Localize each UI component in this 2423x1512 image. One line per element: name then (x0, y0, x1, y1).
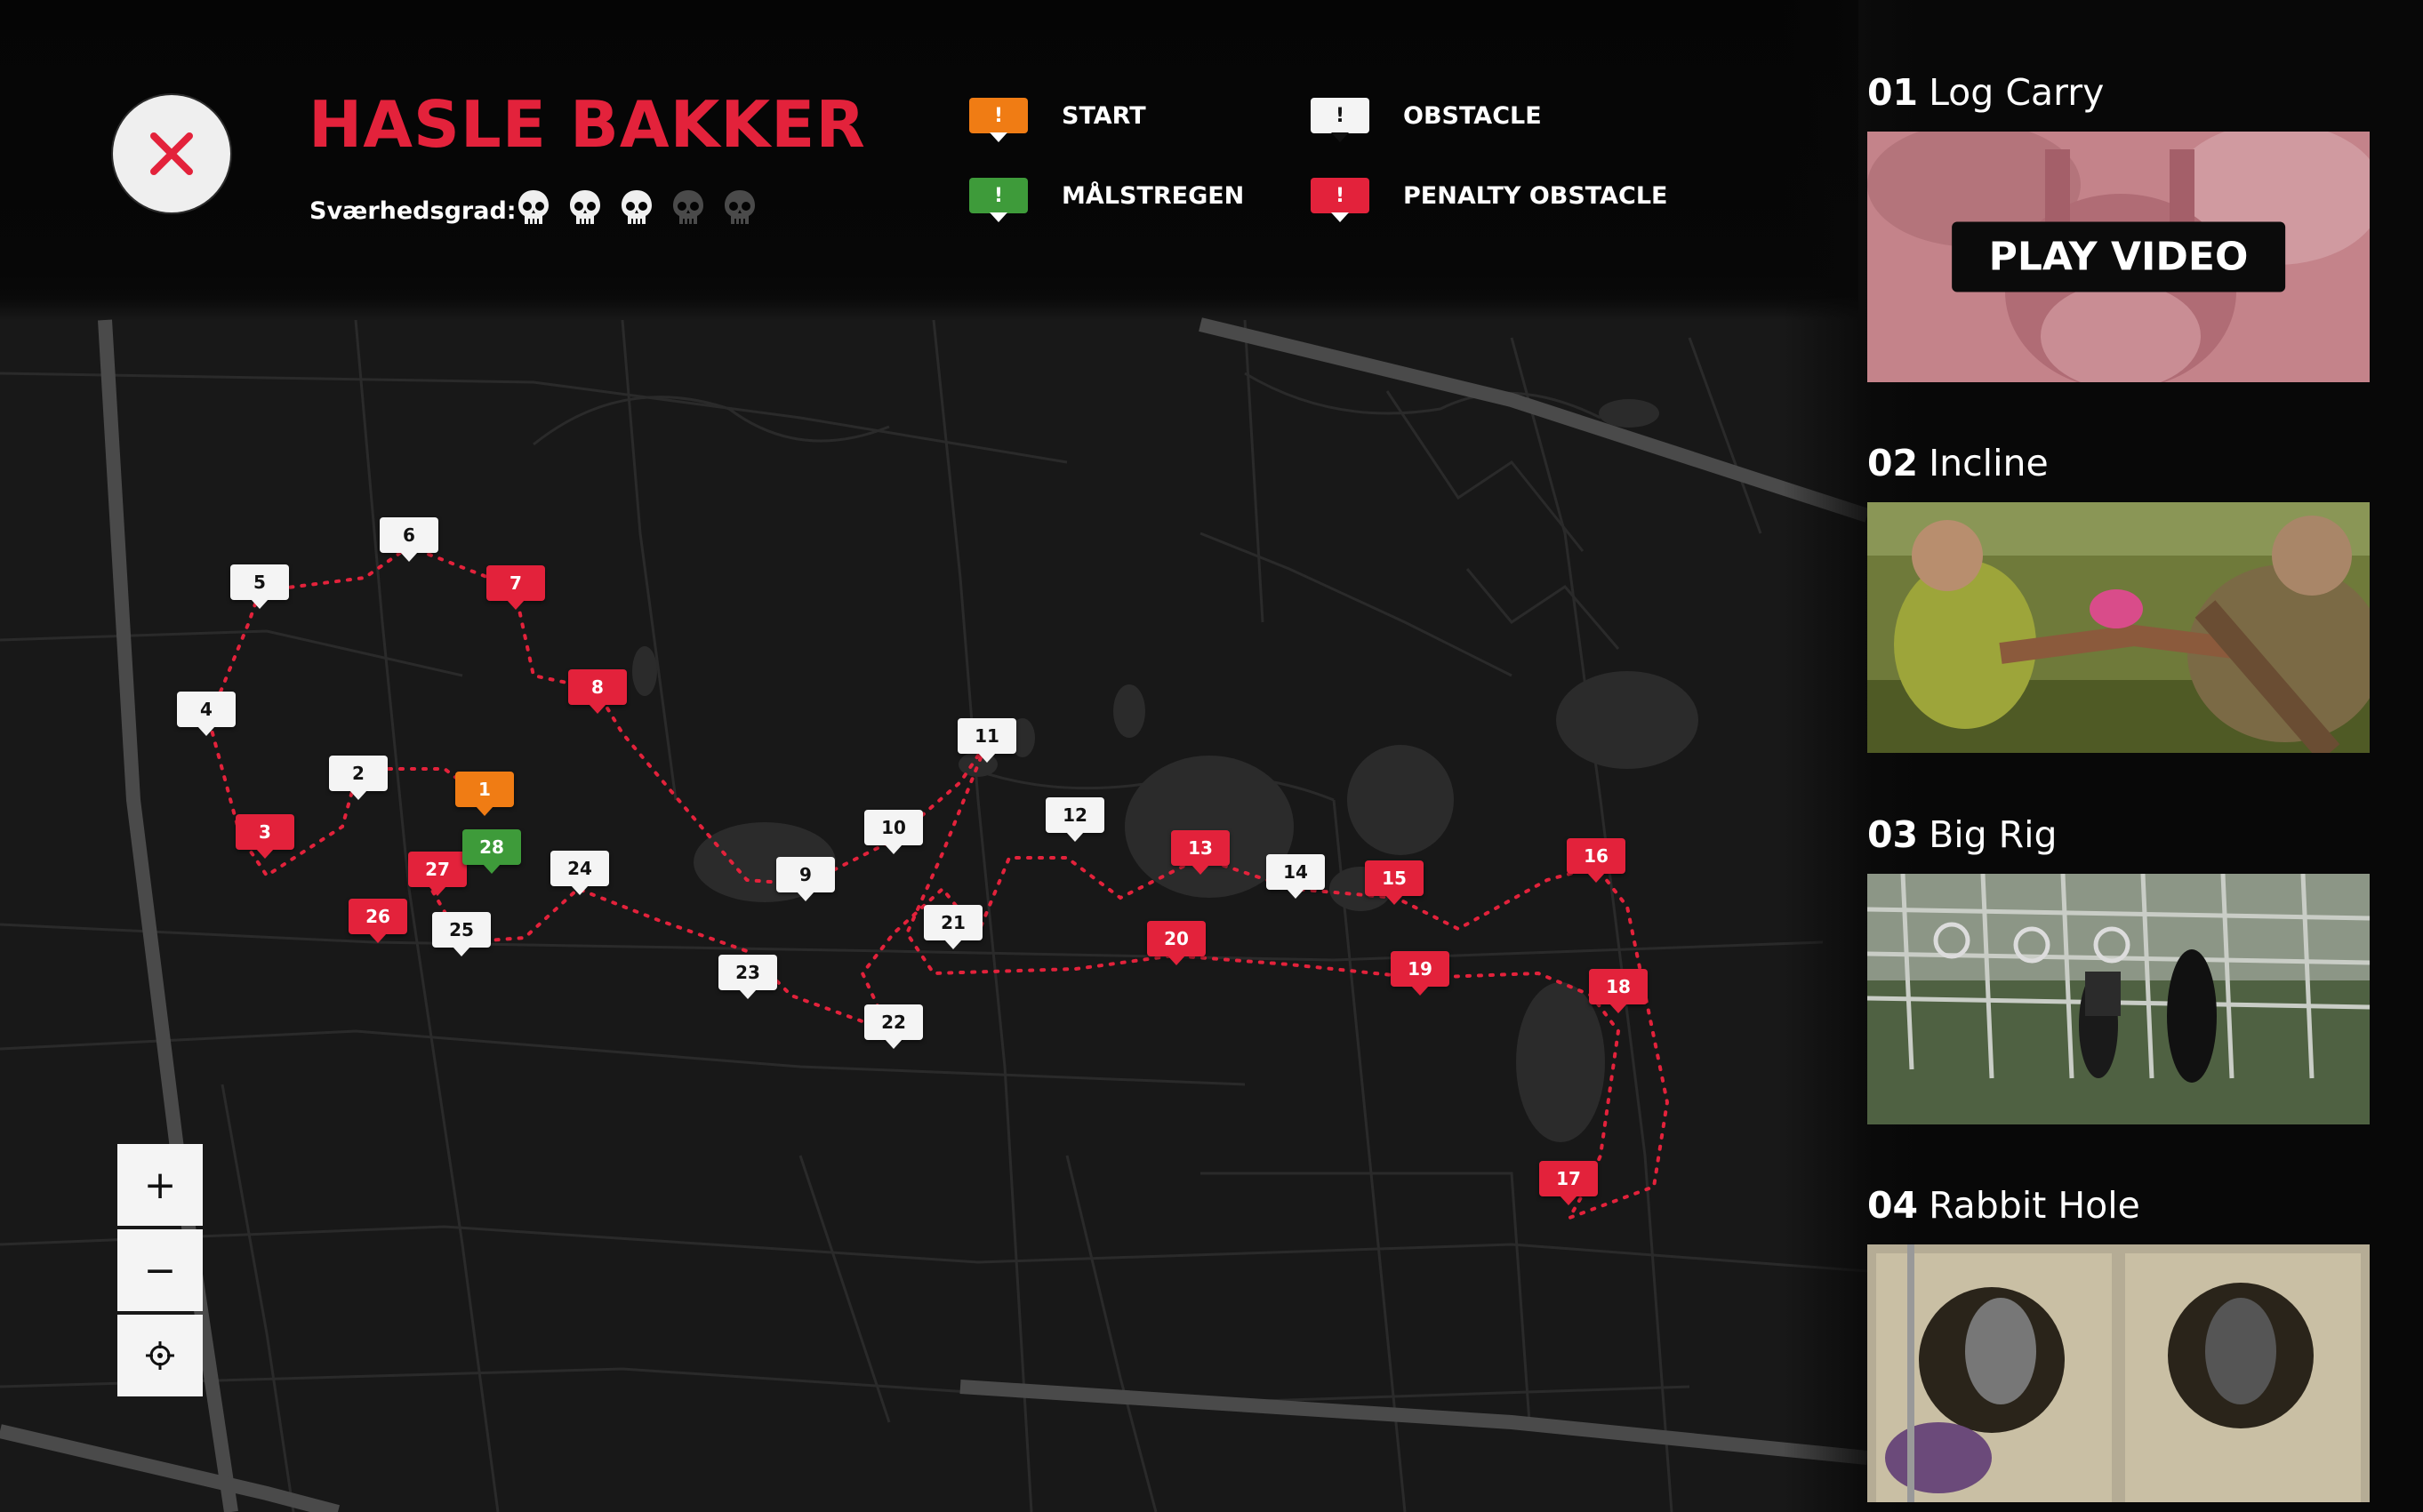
legend-finish: ! MÅLSTREGEN (969, 178, 1244, 213)
video-title: Log Carry (1929, 71, 2105, 114)
map-marker-17[interactable]: 17 (1539, 1161, 1598, 1196)
map-marker-24[interactable]: 24 (550, 851, 609, 886)
video-thumbnail-image (1867, 874, 2370, 1124)
video-card-big-rig: 03 Big Rig (1867, 813, 2383, 1124)
map-marker-26[interactable]: 26 (349, 899, 407, 934)
zoom-out-icon: − (143, 1247, 177, 1293)
video-title: Incline (1929, 442, 2049, 484)
map-marker-25[interactable]: 25 (432, 912, 491, 948)
video-thumbnail-image (1867, 1244, 2370, 1502)
map-marker-22[interactable]: 22 (864, 1004, 923, 1040)
map-marker-6[interactable]: 6 (380, 517, 438, 553)
video-thumbnail-rabbit-hole[interactable] (1867, 1244, 2370, 1502)
map-marker-27[interactable]: 27 (408, 852, 467, 887)
video-title: Big Rig (1929, 813, 2058, 856)
map-marker-12[interactable]: 12 (1046, 797, 1104, 833)
skull-icon-filled (570, 190, 600, 224)
video-heading: 03 Big Rig (1867, 813, 2383, 856)
video-number: 04 (1867, 1184, 1919, 1227)
map-marker-21[interactable]: 21 (924, 905, 983, 940)
map-marker-5[interactable]: 5 (230, 564, 289, 600)
map-marker-28[interactable]: 28 (462, 829, 521, 865)
skull-icon-empty (725, 190, 755, 224)
play-video-button[interactable]: PLAY VIDEO (1951, 221, 2286, 292)
legend-start-label: START (1062, 101, 1146, 130)
map-marker-14[interactable]: 14 (1266, 854, 1325, 890)
map-marker-19[interactable]: 19 (1391, 951, 1449, 987)
map-marker-1[interactable]: 1 (455, 772, 514, 807)
legend-penalty-label: PENALTY OBSTACLE (1403, 181, 1668, 210)
map-marker-18[interactable]: 18 (1589, 969, 1648, 1004)
legend-finish-badge: ! (969, 178, 1028, 213)
map-marker-7[interactable]: 7 (486, 565, 545, 601)
video-number: 03 (1867, 813, 1919, 856)
map-marker-2[interactable]: 2 (329, 756, 388, 791)
video-heading: 04 Rabbit Hole (1867, 1184, 2383, 1227)
video-thumbnail-image (1867, 502, 2370, 753)
map-marker-23[interactable]: 23 (718, 955, 777, 990)
video-thumbnail-log-carry[interactable]: PLAY VIDEO (1867, 132, 2370, 382)
map-marker-20[interactable]: 20 (1147, 921, 1206, 956)
video-heading: 01 Log Carry (1867, 71, 2383, 114)
close-icon (150, 132, 193, 175)
map-marker-16[interactable]: 16 (1567, 838, 1625, 874)
legend-penalty: ! PENALTY OBSTACLE (1311, 178, 1668, 213)
zoom-in-icon: + (143, 1162, 177, 1208)
legend-start-badge: ! (969, 98, 1028, 133)
map-marker-13[interactable]: 13 (1171, 830, 1230, 866)
legend-start: ! START (969, 98, 1146, 133)
video-number: 01 (1867, 71, 1919, 114)
close-button[interactable] (113, 95, 230, 212)
map-marker-3[interactable]: 3 (236, 814, 294, 850)
locate-button[interactable] (117, 1315, 203, 1396)
map-marker-11[interactable]: 11 (958, 718, 1016, 754)
skull-icon-empty (673, 190, 703, 224)
video-thumbnail-incline[interactable] (1867, 502, 2370, 753)
video-card-log-carry: 01 Log Carry PLAY VIDEO (1867, 71, 2383, 382)
legend-finish-label: MÅLSTREGEN (1062, 181, 1245, 210)
map-marker-8[interactable]: 8 (568, 669, 627, 705)
map-marker-4[interactable]: 4 (177, 692, 236, 727)
video-heading: 02 Incline (1867, 442, 2383, 484)
zoom-in-button[interactable]: + (117, 1144, 203, 1226)
map-marker-15[interactable]: 15 (1365, 860, 1424, 896)
legend-penalty-badge: ! (1311, 178, 1369, 213)
difficulty-label: Sværhedsgrad: (309, 197, 517, 225)
legend-obstacle-badge: ! (1311, 98, 1369, 133)
legend-obstacle: ! OBSTACLE (1311, 98, 1542, 133)
map-marker-9[interactable]: 9 (776, 857, 835, 892)
skull-icon-filled (622, 190, 652, 224)
video-card-rabbit-hole: 04 Rabbit Hole (1867, 1184, 2383, 1502)
crosshair-icon (146, 1341, 174, 1370)
map-marker-10[interactable]: 10 (864, 810, 923, 845)
skull-icon-filled (518, 190, 549, 224)
header: HASLE BAKKER Sværhedsgrad: ! START ! MÅL… (0, 0, 1858, 320)
video-number: 02 (1867, 442, 1919, 484)
difficulty-rating (516, 188, 758, 228)
video-card-incline: 02 Incline (1867, 442, 2383, 753)
zoom-out-button[interactable]: − (117, 1229, 203, 1311)
video-thumbnail-big-rig[interactable] (1867, 874, 2370, 1124)
page-title: HASLE BAKKER (309, 87, 866, 162)
video-sidebar: 01 Log Carry PLAY VIDEO 02 Incline 03 Bi… (1783, 0, 2423, 1512)
video-title: Rabbit Hole (1929, 1184, 2140, 1227)
legend-obstacle-label: OBSTACLE (1403, 101, 1542, 130)
